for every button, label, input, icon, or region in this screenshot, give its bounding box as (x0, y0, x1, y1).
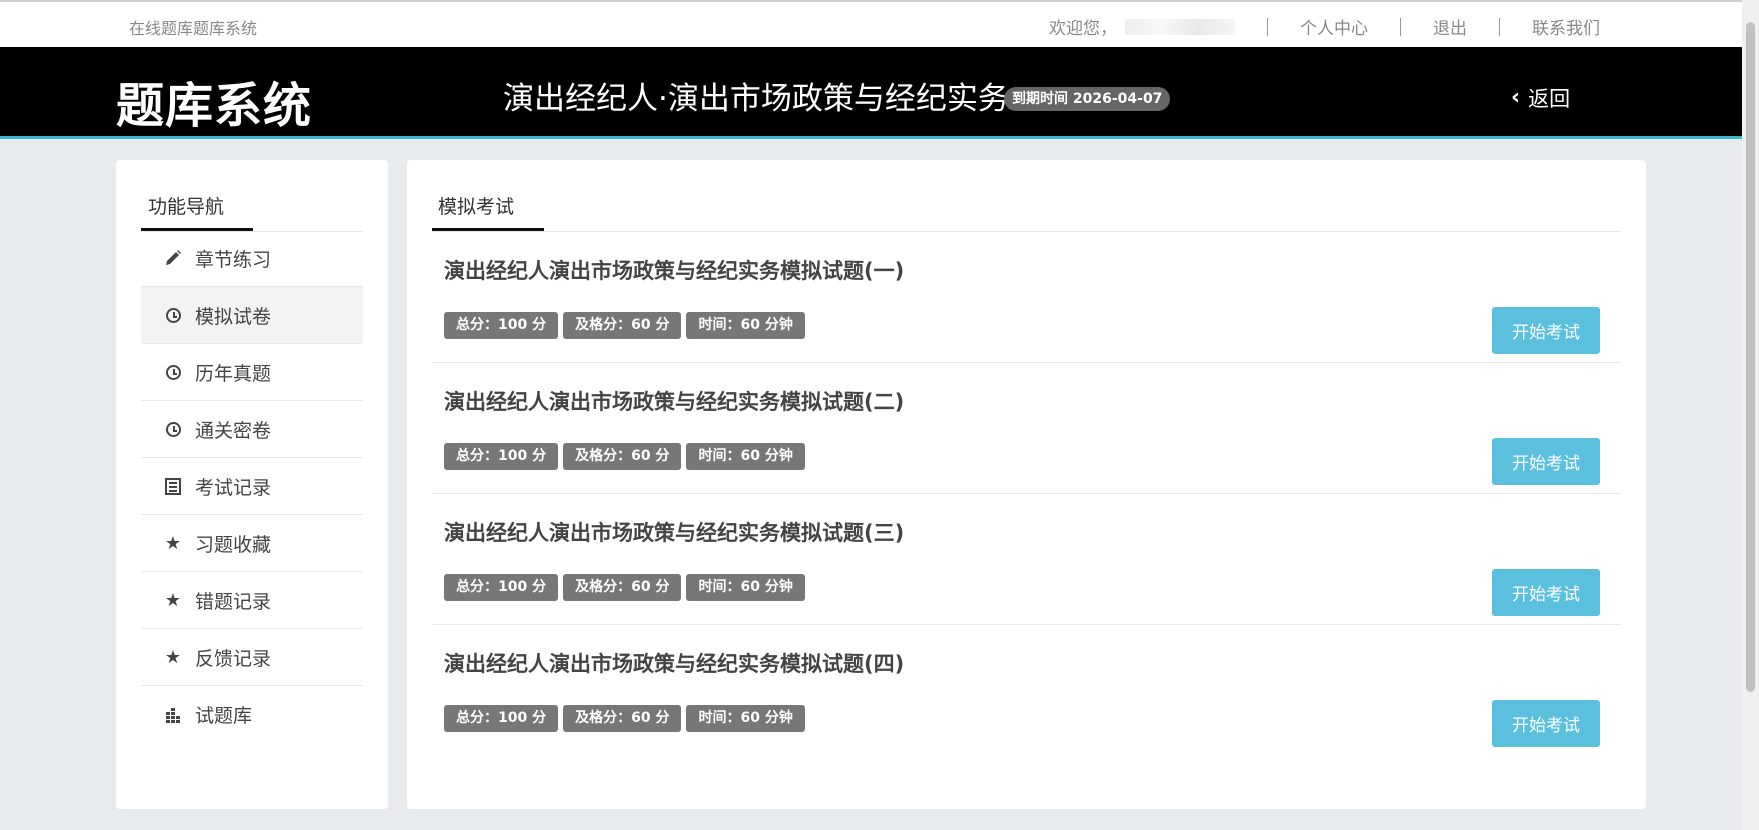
sidebar-item-label: 反馈记录 (195, 647, 272, 670)
expire-badge: 到期时间 2026-04-07 (1004, 87, 1171, 111)
pass-score-badge: 及格分：60 分 (563, 443, 682, 470)
sidebar-nav: 章节练习 模拟试卷 历年真题 通关密卷 考试记录 ★ 习题收藏 ★ 错题记录 ★… (141, 230, 363, 743)
divider (1400, 17, 1401, 36)
sidebar-item-label: 模拟试卷 (195, 305, 272, 328)
sidebar-item-label: 习题收藏 (195, 533, 272, 556)
pass-score-badge: 及格分：60 分 (563, 705, 682, 732)
contact-us-link[interactable]: 联系我们 (1532, 14, 1600, 39)
exam-title: 演出经纪人演出市场政策与经纪实务模拟试题(四) (444, 652, 905, 676)
exam-tags: 总分：100 分 及格分：60 分 时间：60 分钟 (444, 312, 810, 339)
back-link[interactable]: ‹ 返回 (1511, 83, 1570, 113)
page-title: 模拟考试 (432, 195, 544, 231)
exam-tags: 总分：100 分 及格分：60 分 时间：60 分钟 (444, 705, 810, 732)
exam-title: 演出经纪人演出市场政策与经纪实务模拟试题(一) (444, 259, 905, 283)
exam-tags: 总分：100 分 及格分：60 分 时间：60 分钟 (444, 443, 810, 470)
exam-title: 演出经纪人演出市场政策与经纪实务模拟试题(三) (444, 521, 905, 545)
duration-badge: 时间：60 分钟 (686, 574, 805, 601)
sidebar-item-mock-papers[interactable]: 模拟试卷 (141, 287, 363, 344)
divider (1267, 17, 1268, 36)
header: 题库系统 演出经纪人·演出市场政策与经纪实务 到期时间 2026-04-07 ‹… (0, 47, 1742, 139)
divider (1499, 17, 1500, 36)
top-user-links: 欢迎您， 个人中心 退出 联系我们 (1049, 14, 1600, 39)
sidebar-item-label: 错题记录 (195, 590, 272, 613)
sidebar-item-exam-records[interactable]: 考试记录 (141, 458, 363, 515)
top-bar: 在线题库题库系统 欢迎您， 个人中心 退出 联系我们 (0, 0, 1742, 47)
username-redacted (1125, 18, 1235, 35)
sidebar-item-label: 章节练习 (195, 248, 272, 271)
back-label: 返回 (1528, 87, 1571, 111)
list-icon (163, 476, 183, 496)
star-icon: ★ (164, 646, 182, 668)
pencil-icon (163, 248, 183, 268)
clock-icon (163, 305, 183, 325)
sidebar-item-question-bank[interactable]: 试题库 (141, 686, 363, 743)
star-icon: ★ (164, 532, 182, 554)
sidebar-header: 功能导航 (141, 195, 363, 232)
sidebar-item-feedback[interactable]: ★ 反馈记录 (141, 629, 363, 686)
duration-badge: 时间：60 分钟 (686, 705, 805, 732)
pass-score-badge: 及格分：60 分 (563, 312, 682, 339)
sidebar-item-secret-papers[interactable]: 通关密卷 (141, 401, 363, 458)
clock-icon (163, 419, 183, 439)
exam-title: 演出经纪人演出市场政策与经纪实务模拟试题(二) (444, 390, 905, 414)
start-exam-button[interactable]: 开始考试 (1492, 700, 1600, 747)
scrollbar[interactable] (1742, 0, 1759, 830)
duration-badge: 时间：60 分钟 (686, 312, 805, 339)
brand-logo-text[interactable]: 题库系统 (116, 66, 312, 136)
total-score-badge: 总分：100 分 (444, 443, 559, 470)
start-exam-button[interactable]: 开始考试 (1492, 307, 1600, 354)
sidebar: 功能导航 章节练习 模拟试卷 历年真题 通关密卷 考试记录 ★ 习题收藏 ★ 错… (116, 160, 388, 809)
sidebar-item-label: 试题库 (195, 705, 253, 727)
logout-link[interactable]: 退出 (1433, 14, 1467, 39)
course-title: 演出经纪人·演出市场政策与经纪实务 (503, 81, 1009, 117)
sidebar-item-label: 历年真题 (195, 362, 272, 385)
sidebar-item-past-exams[interactable]: 历年真题 (141, 344, 363, 401)
bars-icon (163, 705, 183, 725)
personal-center-link[interactable]: 个人中心 (1300, 14, 1368, 39)
scrollbar-thumb[interactable] (1746, 22, 1755, 692)
total-score-badge: 总分：100 分 (444, 574, 559, 601)
total-score-badge: 总分：100 分 (444, 705, 559, 732)
total-score-badge: 总分：100 分 (444, 312, 559, 339)
exam-item: 演出经纪人演出市场政策与经纪实务模拟试题(二) 总分：100 分 及格分：60 … (432, 362, 1621, 494)
sidebar-item-label: 考试记录 (195, 476, 272, 499)
sidebar-item-label: 通关密卷 (195, 419, 272, 442)
welcome-text: 欢迎您， (1049, 19, 1117, 39)
start-exam-button[interactable]: 开始考试 (1492, 569, 1600, 616)
exam-item: 演出经纪人演出市场政策与经纪实务模拟试题(三) 总分：100 分 及格分：60 … (432, 493, 1621, 625)
exam-item: 演出经纪人演出市场政策与经纪实务模拟试题(一) 总分：100 分 及格分：60 … (432, 231, 1621, 363)
sidebar-item-chapter-practice[interactable]: 章节练习 (141, 230, 363, 287)
main-header: 模拟考试 (432, 195, 1621, 232)
clock-icon (163, 362, 183, 382)
pass-score-badge: 及格分：60 分 (563, 574, 682, 601)
sidebar-item-favorites[interactable]: ★ 习题收藏 (141, 515, 363, 572)
exam-tags: 总分：100 分 及格分：60 分 时间：60 分钟 (444, 574, 810, 601)
main-panel: 模拟考试 演出经纪人演出市场政策与经纪实务模拟试题(一) 总分：100 分 及格… (407, 160, 1646, 809)
sidebar-title: 功能导航 (141, 195, 253, 231)
exam-item: 演出经纪人演出市场政策与经纪实务模拟试题(四) 总分：100 分 及格分：60 … (432, 624, 1621, 755)
sidebar-item-wrong-answers[interactable]: ★ 错题记录 (141, 572, 363, 629)
site-name: 在线题库题库系统 (129, 19, 258, 38)
start-exam-button[interactable]: 开始考试 (1492, 438, 1600, 485)
chevron-left-icon: ‹ (1511, 85, 1521, 110)
duration-badge: 时间：60 分钟 (686, 443, 805, 470)
star-icon: ★ (164, 589, 182, 611)
